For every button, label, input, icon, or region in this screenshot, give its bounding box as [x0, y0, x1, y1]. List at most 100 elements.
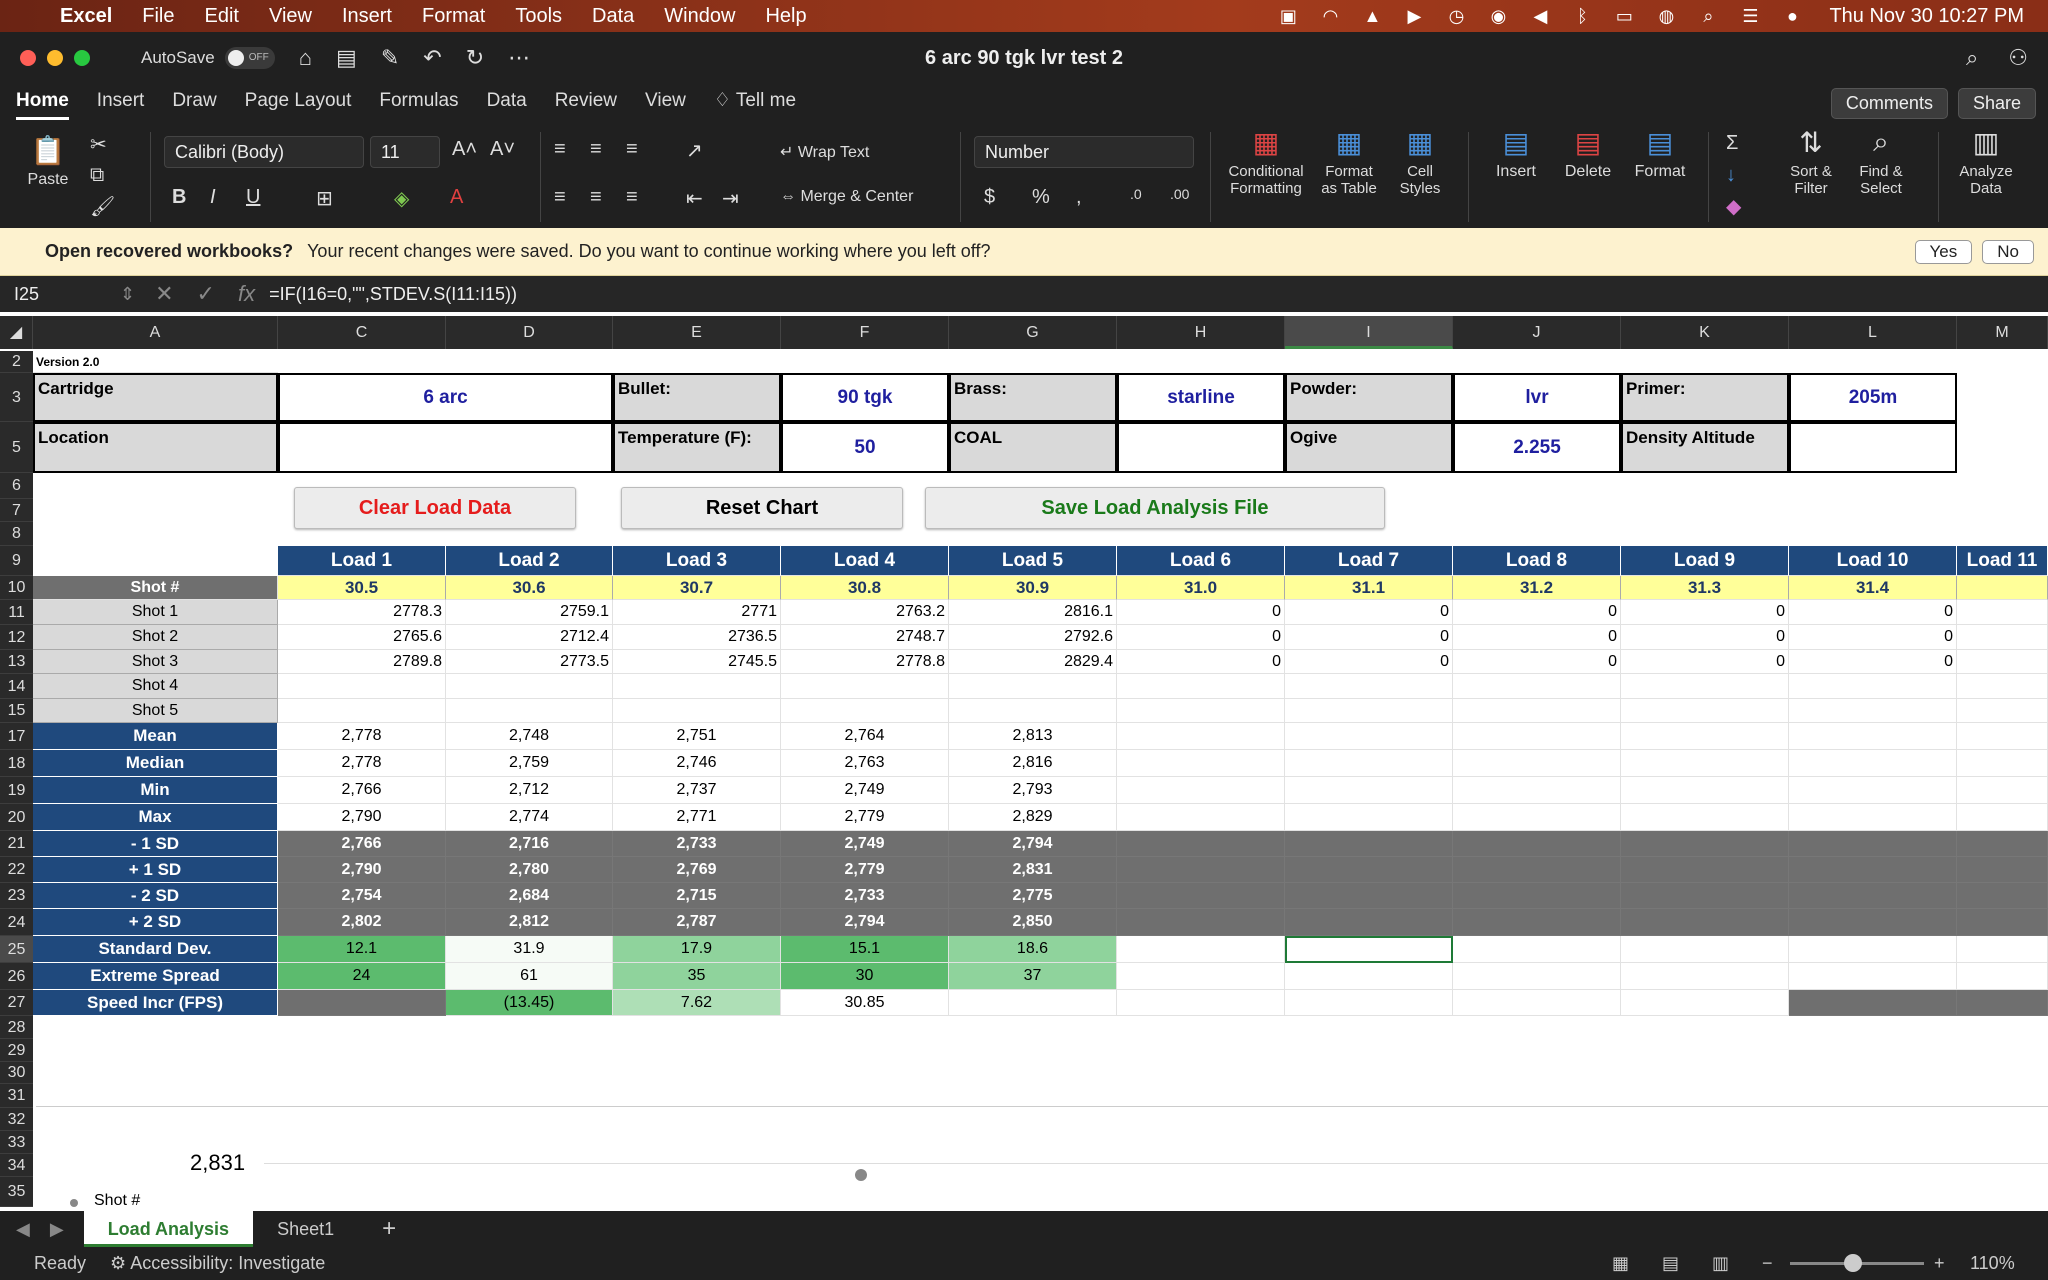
sd-1-load-1[interactable]: 2,766 — [278, 831, 446, 857]
sd-3-load-3[interactable]: 2,715 — [613, 883, 781, 909]
speed-incr-label[interactable]: Speed Incr (FPS) — [33, 990, 278, 1016]
insert-cells-button[interactable]: ▤ Insert — [1486, 126, 1546, 181]
info-label-powder[interactable]: Powder: — [1285, 373, 1453, 422]
menu-view[interactable]: View — [269, 5, 312, 28]
accessibility-status[interactable]: ⚙ Accessibility: Investigate — [110, 1253, 325, 1274]
stdev-load-7[interactable] — [1285, 936, 1453, 963]
currency-icon[interactable]: $ — [984, 186, 995, 209]
shot-5-load-9[interactable] — [1621, 699, 1789, 723]
stat-label-median[interactable]: Median — [33, 750, 278, 777]
row-header-23[interactable]: 23 — [0, 883, 33, 909]
shot-1-load-6[interactable]: 0 — [1117, 600, 1285, 625]
info-value-temp[interactable]: 50 — [781, 422, 949, 473]
row-header-19[interactable]: 19 — [0, 777, 33, 804]
shot-4-load-2[interactable] — [446, 674, 613, 699]
italic-icon[interactable]: I — [210, 186, 216, 209]
speed-incr-load-9[interactable] — [1621, 990, 1789, 1016]
menu-edit[interactable]: Edit — [205, 5, 239, 28]
tab-data[interactable]: Data — [487, 84, 527, 120]
stat-min-load-6[interactable] — [1117, 777, 1285, 804]
info-value-bullet[interactable]: 90 tgk — [781, 373, 949, 422]
shot-4-load-1[interactable] — [278, 674, 446, 699]
analyze-data-button[interactable]: ▥ Analyze Data — [1946, 126, 2026, 197]
es-load-4[interactable]: 30 — [781, 963, 949, 990]
stat-median-load-5[interactable]: 2,816 — [949, 750, 1117, 777]
cancel-icon[interactable]: ✕ — [155, 281, 173, 307]
sd-2-load-9[interactable] — [1621, 857, 1789, 883]
accessibility-icon[interactable]: ◉ — [1477, 6, 1519, 27]
shot-label-4[interactable]: Shot 4 — [33, 674, 278, 699]
info-label-temp[interactable]: Temperature (F): — [613, 422, 781, 473]
load-header-4[interactable]: Load 4 — [781, 546, 949, 576]
reset-chart-button[interactable]: Reset Chart — [621, 487, 903, 529]
shot-1-load-11[interactable] — [1957, 600, 2048, 625]
shot-3-load-7[interactable]: 0 — [1285, 650, 1453, 674]
menu-file[interactable]: File — [142, 5, 174, 28]
increase-decimal-icon[interactable]: .0 — [1130, 186, 1142, 202]
tab-insert[interactable]: Insert — [97, 84, 145, 120]
speed-incr-load-10[interactable] — [1789, 990, 1957, 1016]
charge-weight-1[interactable]: 30.5 — [278, 576, 446, 600]
shot-5-load-3[interactable] — [613, 699, 781, 723]
charge-weight-4[interactable]: 30.8 — [781, 576, 949, 600]
sd-2-load-3[interactable]: 2,769 — [613, 857, 781, 883]
number-format-select[interactable]: Number — [974, 136, 1194, 168]
column-header-e[interactable]: E — [613, 316, 781, 349]
clear-icon[interactable]: ◆ — [1726, 194, 1741, 219]
extreme-spread-label[interactable]: Extreme Spread — [33, 963, 278, 990]
row-header-32[interactable]: 32 — [0, 1108, 33, 1131]
zoom-slider-thumb[interactable] — [1844, 1254, 1862, 1272]
info-value-da[interactable] — [1789, 422, 1957, 473]
row-header-34[interactable]: 34 — [0, 1154, 33, 1177]
select-all-corner[interactable]: ◢ — [0, 316, 33, 349]
stat-max-load-4[interactable]: 2,779 — [781, 804, 949, 831]
page-break-view-icon[interactable]: ▥ — [1712, 1253, 1729, 1274]
shot-5-load-11[interactable] — [1957, 699, 2048, 723]
sd-3-load-8[interactable] — [1453, 883, 1621, 909]
copy-icon[interactable]: ⧉ — [90, 164, 104, 187]
wrap-text-button[interactable]: ↵ Wrap Text — [780, 142, 869, 162]
shot-3-load-9[interactable]: 0 — [1621, 650, 1789, 674]
percent-icon[interactable]: % — [1032, 186, 1050, 209]
info-label-ogive[interactable]: Ogive — [1285, 422, 1453, 473]
shot-3-load-1[interactable]: 2789.8 — [278, 650, 446, 674]
sd-3-load-4[interactable]: 2,733 — [781, 883, 949, 909]
charge-weight-7[interactable]: 31.1 — [1285, 576, 1453, 600]
tab-formulas[interactable]: Formulas — [379, 84, 458, 120]
fill-color-icon[interactable]: ◈ — [394, 186, 409, 211]
stdev-load-4[interactable]: 15.1 — [781, 936, 949, 963]
increase-font-icon[interactable]: A˄ — [452, 138, 477, 161]
stdev-load-9[interactable] — [1621, 936, 1789, 963]
load-header-8[interactable]: Load 8 — [1453, 546, 1621, 576]
shot-5-load-5[interactable] — [949, 699, 1117, 723]
redo-icon[interactable]: ↻ — [466, 45, 484, 71]
sort-filter-button[interactable]: ⇅ Sort & Filter — [1776, 126, 1846, 197]
font-name-select[interactable]: Calibri (Body) — [164, 136, 364, 168]
search-icon[interactable]: ⌕ — [1687, 6, 1729, 27]
shot-3-load-8[interactable]: 0 — [1453, 650, 1621, 674]
play-icon[interactable]: ▶ — [1393, 6, 1435, 27]
bold-icon[interactable]: B — [172, 186, 186, 209]
row-header-26[interactable]: 26 — [0, 963, 33, 990]
shot-1-load-10[interactable]: 0 — [1789, 600, 1957, 625]
sd-4-load-4[interactable]: 2,794 — [781, 909, 949, 936]
shot-4-load-9[interactable] — [1621, 674, 1789, 699]
speed-incr-load-11[interactable] — [1957, 990, 2048, 1016]
stdev-load-10[interactable] — [1789, 936, 1957, 963]
info-value-location[interactable] — [278, 422, 613, 473]
shot-1-load-2[interactable]: 2759.1 — [446, 600, 613, 625]
row-header-22[interactable]: 22 — [0, 857, 33, 883]
charge-weight-2[interactable]: 30.6 — [446, 576, 613, 600]
fill-icon[interactable]: ↓ — [1726, 164, 1736, 187]
sd-1-load-7[interactable] — [1285, 831, 1453, 857]
conditional-formatting-button[interactable]: ▦ Conditional Formatting — [1224, 126, 1308, 197]
stdev-load-1[interactable]: 12.1 — [278, 936, 446, 963]
shot-2-load-6[interactable]: 0 — [1117, 625, 1285, 650]
load-header-11[interactable]: Load 11 — [1957, 546, 2048, 576]
stdev-load-2[interactable]: 31.9 — [446, 936, 613, 963]
column-header-f[interactable]: F — [781, 316, 949, 349]
sd-1-load-5[interactable]: 2,794 — [949, 831, 1117, 857]
info-label-brass[interactable]: Brass: — [949, 373, 1117, 422]
sd-1-load-11[interactable] — [1957, 831, 2048, 857]
stdev-load-8[interactable] — [1453, 936, 1621, 963]
